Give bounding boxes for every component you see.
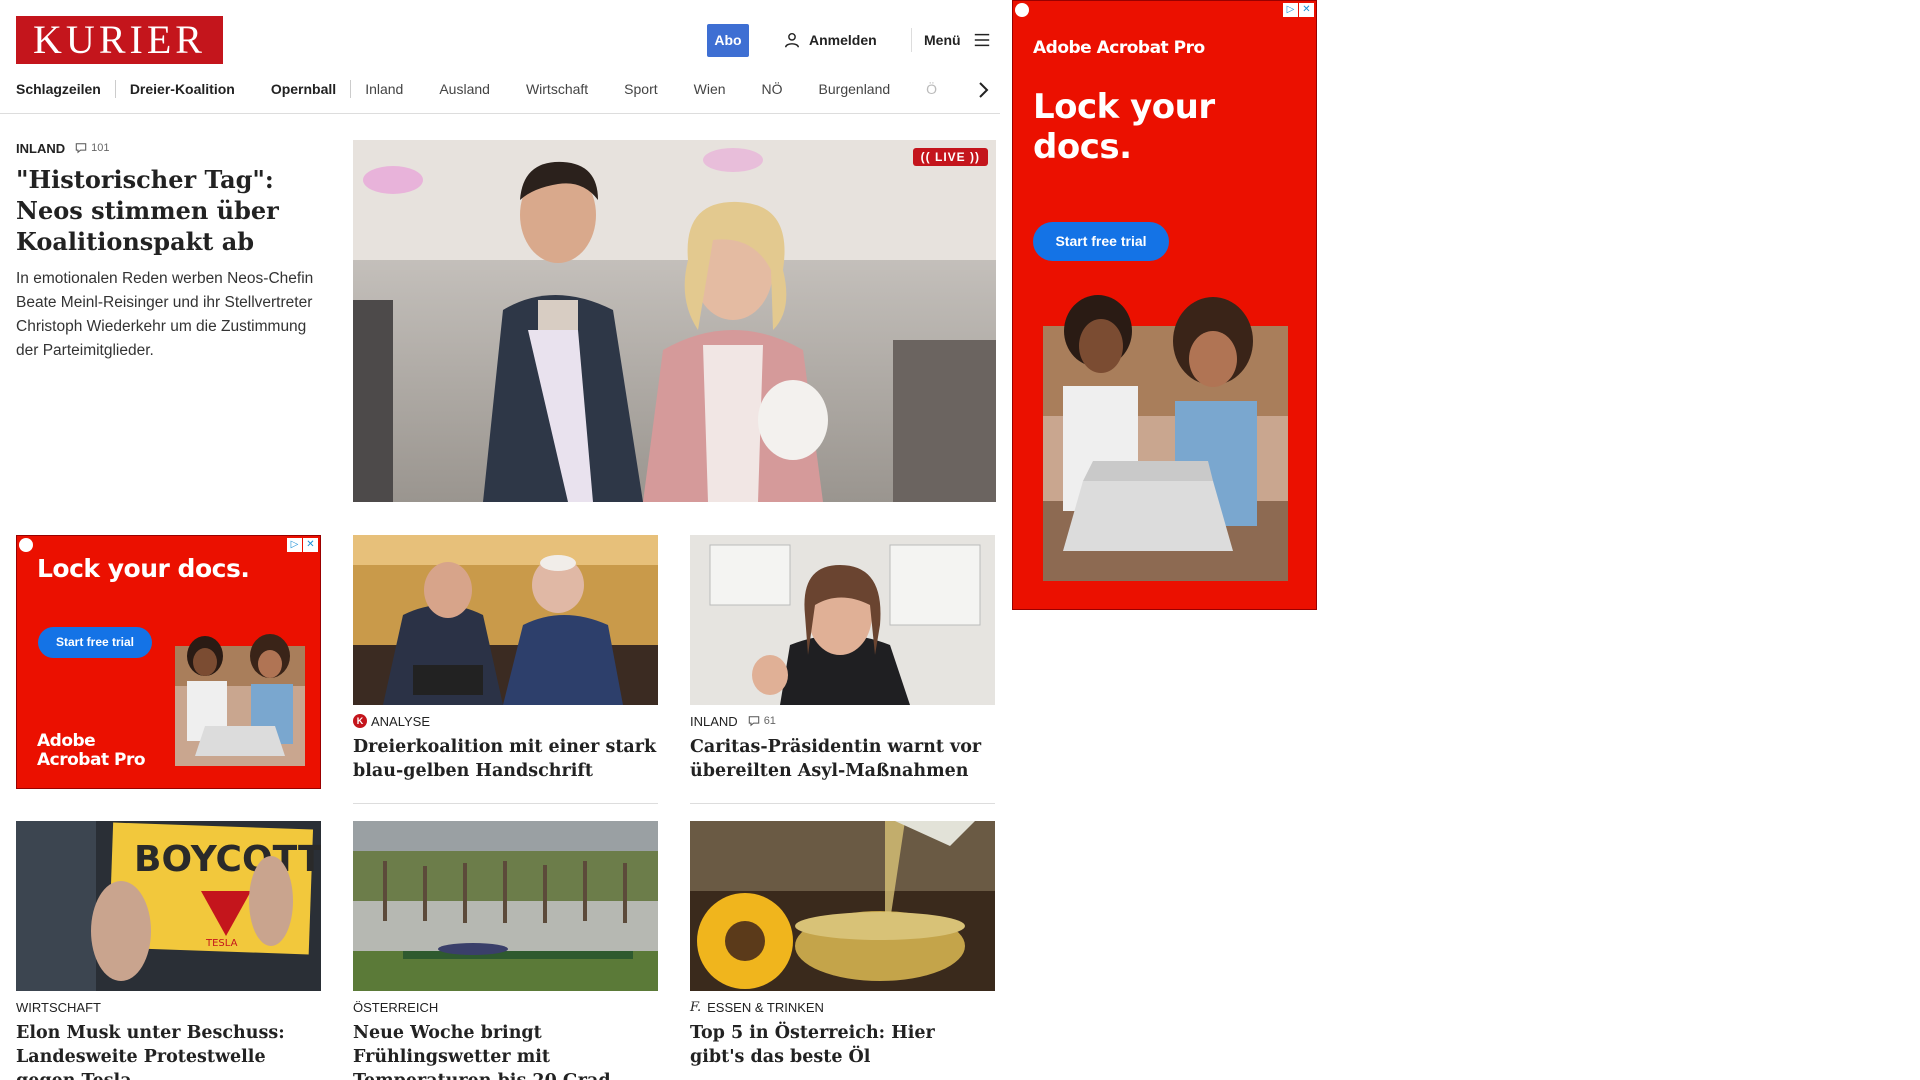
nav-item-oesterreich[interactable]: Ö: [926, 81, 937, 97]
ad-banner-skyscraper[interactable]: ▷ ✕ Adobe Acrobat Pro Lock your docs. St…: [1012, 0, 1317, 610]
section-nav: Schlagzeilen Dreier-Koalition Opernball …: [16, 78, 996, 100]
article-photo: [690, 535, 995, 705]
lead-kicker: INLAND 101: [16, 140, 326, 156]
article-headline[interactable]: Neue Woche bringt Frühlingswetter mit Te…: [353, 1021, 658, 1080]
chevron-right-icon[interactable]: [973, 80, 993, 100]
article-comments[interactable]: 61: [748, 715, 776, 727]
nav-divider: [114, 80, 116, 98]
tesla-text: TESLA: [205, 938, 238, 949]
ad-brand: Adobe Acrobat Pro: [37, 731, 146, 770]
lead-comments[interactable]: 101: [75, 142, 109, 154]
live-badge: (( LIVE )): [912, 148, 988, 166]
nav-divider: [350, 80, 352, 98]
user-icon: [784, 32, 800, 48]
adchoices-icon[interactable]: ▷: [1283, 3, 1298, 17]
article-thumbnail[interactable]: [690, 535, 995, 705]
nav-item-inland[interactable]: Inland: [365, 81, 403, 97]
ad-brand-line2: Acrobat Pro: [37, 750, 146, 770]
article-headline[interactable]: Top 5 in Österreich: Hier gibt's das bes…: [690, 1021, 995, 1069]
boycott-text: BOYCOTT: [134, 839, 321, 880]
nav-item-opernball[interactable]: Opernball: [271, 81, 336, 97]
lead-teaser: In emotionalen Reden werben Neos-Chefin …: [16, 270, 314, 359]
article-photo: BOYCOTT TESLA: [16, 821, 321, 991]
menu-button[interactable]: Menü: [924, 28, 991, 52]
nav-item-noe[interactable]: NÖ: [762, 81, 783, 97]
close-icon[interactable]: ✕: [303, 538, 318, 552]
ad-cta-button[interactable]: Start free trial: [1033, 222, 1169, 261]
comment-icon: [75, 143, 87, 154]
ad-photo: [175, 634, 305, 766]
ad-headline: Lock your docs.: [37, 554, 250, 583]
article-card[interactable]: ÖSTERREICH Neue Woche bringt Frühlingswe…: [353, 821, 658, 1080]
login-label: Anmelden: [809, 32, 877, 48]
comment-icon: [748, 716, 759, 727]
lead-section[interactable]: INLAND: [16, 141, 65, 156]
kurier-logo[interactable]: KURIER: [16, 16, 223, 64]
lead-headline[interactable]: "Historischer Tag": Neos stimmen über Ko…: [16, 164, 326, 257]
article-thumbnail[interactable]: [690, 821, 995, 991]
nav-item-dreier-koalition[interactable]: Dreier-Koalition: [130, 81, 235, 97]
article-headline[interactable]: Dreierkoalition mit einer stark blau-gel…: [353, 735, 658, 783]
header-divider: [911, 28, 912, 52]
article-thumbnail[interactable]: BOYCOTT TESLA: [16, 821, 321, 991]
article-section[interactable]: WIRTSCHAFT: [16, 1000, 101, 1015]
divider: [353, 803, 658, 804]
section-logo: f.: [690, 999, 702, 1015]
ad-headline: Lock your docs.: [1033, 87, 1215, 167]
lead-comment-count: 101: [91, 142, 110, 154]
article-card[interactable]: BOYCOTT TESLA WIRTSCHAFT Elon Musk unter…: [16, 821, 321, 1080]
article-photo: [353, 535, 658, 705]
kurier-plus-badge: K: [353, 714, 367, 728]
article-card[interactable]: K ANALYSE Dreierkoalition mit einer star…: [353, 535, 658, 783]
article-photo: [690, 821, 995, 991]
article-kicker: WIRTSCHAFT: [16, 999, 321, 1015]
article-section[interactable]: ESSEN & TRINKEN: [707, 1000, 824, 1015]
article-card[interactable]: f. ESSEN & TRINKEN Top 5 in Österreich: …: [690, 821, 995, 1069]
article-photo: [353, 821, 658, 991]
site-header: KURIER Abo Anmelden Menü Schlagzeilen Dr…: [0, 0, 1000, 114]
nav-item-wien[interactable]: Wien: [694, 81, 726, 97]
adchoices-icon[interactable]: ▷: [287, 538, 302, 552]
menu-label: Menü: [924, 32, 961, 48]
ad-brand-line1: Adobe: [37, 731, 96, 751]
nav-item-schlagzeilen[interactable]: Schlagzeilen: [16, 81, 101, 97]
ad-info-icon[interactable]: [19, 538, 33, 552]
article-kicker: K ANALYSE: [353, 713, 658, 729]
lead-image[interactable]: (( LIVE )): [353, 140, 996, 502]
ad-photo: [1043, 295, 1288, 581]
article-section[interactable]: INLAND: [690, 714, 738, 729]
ad-choices[interactable]: ▷ ✕: [1283, 3, 1314, 17]
article-thumbnail[interactable]: [353, 535, 658, 705]
article-section[interactable]: ÖSTERREICH: [353, 1000, 438, 1015]
article-headline[interactable]: Caritas-Präsidentin warnt vor übereilten…: [690, 735, 995, 783]
lead-photo: [353, 140, 996, 502]
ad-info-icon[interactable]: [1015, 3, 1029, 17]
nav-item-burgenland[interactable]: Burgenland: [819, 81, 891, 97]
ad-banner-small[interactable]: ▷ ✕ Lock your docs. Start free trial Ado…: [16, 535, 321, 789]
lead-story[interactable]: INLAND 101 "Historischer Tag": Neos stim…: [16, 140, 326, 363]
ad-choices[interactable]: ▷ ✕: [287, 538, 318, 552]
comment-count: 61: [763, 715, 776, 727]
divider: [690, 803, 995, 804]
article-kicker: INLAND 61: [690, 713, 995, 729]
article-thumbnail[interactable]: [353, 821, 658, 991]
article-section[interactable]: ANALYSE: [371, 714, 430, 729]
article-card[interactable]: INLAND 61 Caritas-Präsidentin warnt vor …: [690, 535, 995, 783]
login-link[interactable]: Anmelden: [783, 28, 877, 52]
hamburger-icon: [974, 33, 989, 47]
nav-item-sport[interactable]: Sport: [624, 81, 657, 97]
ad-cta-button[interactable]: Start free trial: [38, 627, 152, 658]
live-label: LIVE: [935, 150, 966, 164]
ad-brand: Adobe Acrobat Pro: [1033, 38, 1205, 58]
article-headline[interactable]: Elon Musk unter Beschuss: Landesweite Pr…: [16, 1021, 321, 1080]
article-kicker: ÖSTERREICH: [353, 999, 658, 1015]
article-kicker: f. ESSEN & TRINKEN: [690, 999, 995, 1015]
nav-item-wirtschaft[interactable]: Wirtschaft: [526, 81, 588, 97]
nav-item-ausland[interactable]: Ausland: [439, 81, 490, 97]
abo-button[interactable]: Abo: [707, 24, 749, 57]
close-icon[interactable]: ✕: [1299, 3, 1314, 17]
